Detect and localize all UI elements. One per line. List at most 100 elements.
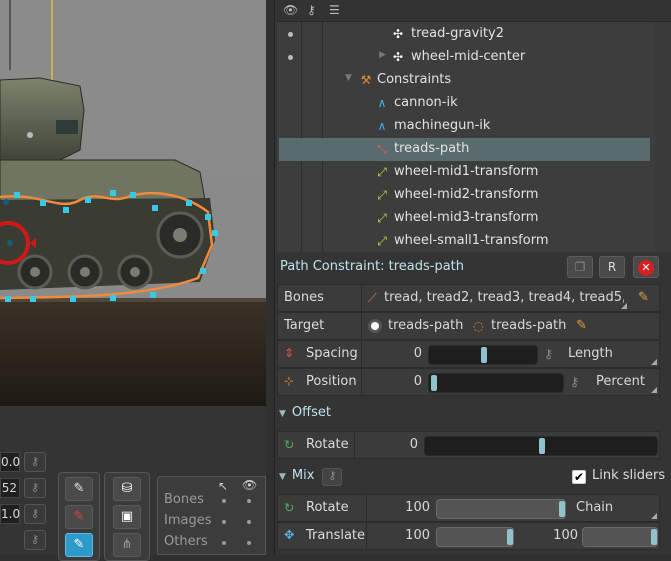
right-panel: 👁 ⚷ ☰ ✣ tread-gravity2 ▶ ✣ wheel-mid-cen… <box>274 0 671 555</box>
translate-icon: ✥ <box>284 527 295 542</box>
expand-arrow-icon[interactable]: ▶ <box>379 50 386 60</box>
rotate-icon: ↻ <box>284 437 295 452</box>
link-sliders-checkbox[interactable]: ✔ <box>572 470 586 484</box>
target-row: Target treads-path ◌ treads-path ✎ <box>277 312 660 340</box>
transform-value-2[interactable]: 52 <box>0 478 20 498</box>
target-radio[interactable] <box>368 319 382 333</box>
tree-item[interactable]: ∧ machinegun-ik <box>277 115 671 138</box>
tree-scrollbar[interactable] <box>655 22 671 252</box>
tank-scene <box>0 0 266 406</box>
tree-item[interactable]: ✣ tread-gravity2 <box>277 23 671 46</box>
tree-item[interactable]: ⤢ wheel-mid2-transform <box>277 184 671 207</box>
offset-rotate-row: ↻ Rotate 0 <box>277 431 660 459</box>
offset-rotate-slider[interactable] <box>424 436 658 456</box>
key-icon[interactable]: ⚷ <box>544 346 553 361</box>
eye-icon: 👁 <box>242 478 258 492</box>
paint-bucket-icon[interactable]: ⛁ <box>113 477 141 501</box>
properties-title: Path Constraint: treads-path <box>280 259 464 274</box>
delete-button[interactable]: ✕ <box>633 256 659 278</box>
mix-translate-x-slider[interactable] <box>436 527 514 547</box>
key-icon[interactable]: ⚷ <box>322 468 343 486</box>
tree-item[interactable]: ∧ cannon-ik <box>277 92 671 115</box>
hierarchy-tool-icon[interactable]: ⋔ <box>113 533 141 557</box>
rotate-icon: ↻ <box>284 500 295 515</box>
key-icon[interactable]: ⚷ <box>24 530 46 550</box>
mix-translate-y-slider[interactable] <box>582 527 658 547</box>
mix-translate-x-value[interactable]: 100 <box>390 528 430 543</box>
position-mode[interactable]: Percent <box>596 374 645 389</box>
position-value[interactable]: 0 <box>388 374 422 389</box>
bones-value[interactable]: tread, tread2, tread3, tread4, tread5, t… <box>384 290 624 305</box>
editor-viewport[interactable] <box>0 0 266 406</box>
pose-tool-icon[interactable]: ✎ <box>65 477 93 501</box>
others-select-toggle[interactable] <box>222 541 226 545</box>
mix-rotate-mode[interactable]: Chain <box>576 500 613 515</box>
pencil-icon[interactable]: ✎ <box>576 318 587 333</box>
rename-icon[interactable]: R <box>599 256 625 278</box>
visibility-bones-label: Bones <box>164 492 204 507</box>
mix-rotate-value[interactable]: 100 <box>390 500 430 515</box>
spacing-slider-knob[interactable] <box>481 347 487 363</box>
key-icon[interactable]: ⚷ <box>24 504 46 524</box>
position-slider[interactable] <box>428 373 564 393</box>
path-constraint-icon: ⤡ <box>377 142 387 156</box>
tree-panel: 👁 ⚷ ☰ ✣ tread-gravity2 ▶ ✣ wheel-mid-cen… <box>277 0 671 252</box>
spacing-row: ⇕ Spacing 0 ⚷ Length <box>277 340 660 368</box>
images-visible-toggle[interactable] <box>247 520 251 524</box>
tree-header: 👁 ⚷ ☰ <box>277 0 671 22</box>
transform-value-1[interactable]: 0.0 <box>0 452 20 472</box>
bone-cross-icon: ✣ <box>392 50 404 64</box>
duplicate-icon[interactable]: ❐ <box>567 256 593 278</box>
path-attachment-icon: ◌ <box>473 318 484 333</box>
offset-rotate-slider-knob[interactable] <box>539 438 545 454</box>
mix-rotate-slider[interactable] <box>436 499 566 519</box>
tool-group-right: ⛁ ▣ ⋔ <box>104 472 150 561</box>
position-slider-knob[interactable] <box>431 375 437 391</box>
tree-item[interactable]: ▶ ✣ wheel-mid-center <box>277 46 671 69</box>
collapse-arrow-icon[interactable]: ▼ <box>345 73 352 83</box>
create-tool-icon[interactable]: ✎ <box>65 533 93 557</box>
visibility-panel: ↖ 👁 Bones Images Others <box>157 476 266 555</box>
cursor-icon: ↖ <box>218 479 229 493</box>
mix-translate-y-value[interactable]: 100 <box>538 528 578 543</box>
mix-translate-y-slider-knob[interactable] <box>651 529 657 545</box>
pencil-icon[interactable]: ✎ <box>638 290 649 305</box>
tree-item[interactable]: ▼ ⚒ Constraints <box>277 69 671 92</box>
mix-rotate-slider-knob[interactable] <box>559 501 565 517</box>
image-tool-icon[interactable]: ▣ <box>113 505 141 529</box>
transform-constraint-icon: ⤢ <box>377 165 387 179</box>
transform-constraint-icon: ⤢ <box>377 211 387 225</box>
images-select-toggle[interactable] <box>222 520 226 524</box>
tool-group-left: ✎ ✎ ✎ <box>58 472 100 561</box>
key-icon[interactable]: ⚷ <box>24 452 46 472</box>
others-visible-toggle[interactable] <box>247 541 251 545</box>
link-sliders-label: Link sliders <box>592 468 666 483</box>
transform-value-3[interactable]: 1.0 <box>0 504 20 524</box>
transform-constraint-icon: ⤢ <box>377 188 387 202</box>
offset-section-header[interactable]: ▼ Offset <box>279 405 331 420</box>
spacing-icon: ⇕ <box>284 346 295 360</box>
bones-select-toggle[interactable] <box>222 499 226 503</box>
tree-item-selected[interactable]: ⤡ treads-path <box>279 138 650 161</box>
key-icon[interactable]: ⚷ <box>570 374 579 389</box>
tree-item[interactable]: ⤢ wheel-small1-transform <box>277 230 671 252</box>
constraints-icon: ⚒ <box>360 73 372 87</box>
offset-rotate-value[interactable]: 0 <box>378 437 418 452</box>
bone-icon: ⟋ <box>368 290 377 305</box>
tree-item[interactable]: ⤢ wheel-mid1-transform <box>277 161 671 184</box>
key-icon[interactable]: ⚷ <box>24 478 46 498</box>
spacing-slider[interactable] <box>428 345 538 365</box>
eye-icon[interactable]: 👁 <box>283 3 298 17</box>
bones-visible-toggle[interactable] <box>247 499 251 503</box>
mix-section-header[interactable]: ▼ Mix ⚷ <box>279 468 343 486</box>
spacing-value[interactable]: 0 <box>388 346 422 361</box>
delete-icon: ✕ <box>638 260 654 276</box>
mix-translate-x-slider-knob[interactable] <box>507 529 513 545</box>
target-value[interactable]: treads-path <box>491 318 566 333</box>
tree-list-icon[interactable]: ☰ <box>329 3 340 17</box>
spacing-mode[interactable]: Length <box>568 346 613 361</box>
tree-item[interactable]: ⤢ wheel-mid3-transform <box>277 207 671 230</box>
weights-tool-icon[interactable]: ✎ <box>65 505 93 529</box>
key-icon[interactable]: ⚷ <box>307 3 316 17</box>
mix-translate-row: ✥ Translate 100 100 <box>277 522 660 550</box>
